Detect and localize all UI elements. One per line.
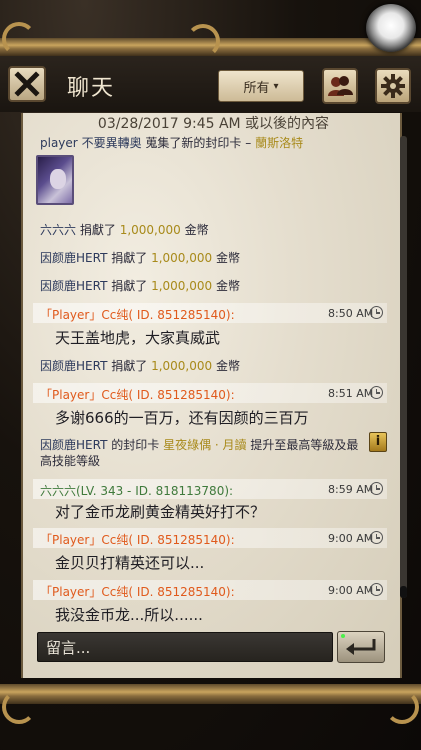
donation-amount: 1,000,000 [119,223,181,237]
ornament-curl [2,690,36,724]
ornament-curl [2,22,36,56]
card-name[interactable]: 蘭斯洛特 [255,136,303,150]
card-name[interactable]: 星夜綠偶 · 月讀 [163,438,246,452]
bottom-gold-border [0,684,421,704]
ornament-curl [385,690,419,724]
card-upgrade-message-continued: 高技能等級 [40,454,101,468]
player-title: 不要異轉奧 [81,136,142,150]
clock-icon [370,583,383,596]
status-dot [341,634,345,638]
chevron-down-icon: ▾ [273,80,279,92]
message-time: 8:50 AM [328,307,374,320]
message-time: 8:51 AM [328,387,374,400]
clock-icon [370,531,383,544]
card-upgrade-message: 因颜鹿HERT 的封印卡 星夜綠偶 · 月讀 提升至最高等級及最 [40,436,358,453]
donation-message: 因颜鹿HERT 捐獻了 1,000,000 金幣 [40,277,240,294]
home-orb-button[interactable] [366,4,416,52]
chat-scrollbar[interactable] [400,136,407,598]
clock-icon [370,482,383,495]
system-action: 捐獻了 [111,279,148,293]
chat-message-text: 多谢666的一百万，还有因颜的三百万 [55,409,309,427]
card-avatar[interactable] [36,155,74,205]
ornament-curl [186,24,220,58]
info-icon[interactable]: i [369,432,387,452]
clock-icon [370,306,383,319]
donation-message: 因颜鹿HERT 捐獻了 1,000,000 金幣 [40,249,240,266]
donation-amount: 1,000,000 [151,359,213,373]
chat-message-text: 金贝贝打精英还可以... [55,554,205,572]
scrollbar-thumb[interactable] [400,586,407,598]
player-name[interactable]: 因颜鹿HERT [40,438,107,452]
message-time: 9:00 AM [328,532,374,545]
gear-icon [381,74,405,98]
page-title: 聊天 [67,76,116,101]
channel-filter-dropdown[interactable]: 所有 ▾ [218,70,304,102]
message-time: 9:00 AM [328,584,374,597]
sender-name[interactable]: 「Player」Cc纯( ID. 851285140): [40,531,235,548]
player-name[interactable]: 因颜鹿HERT [40,359,107,373]
return-arrow-icon [346,639,376,655]
sender-name[interactable]: 「Player」Cc纯( ID. 851285140): [40,306,235,323]
donation-amount: 1,000,000 [151,279,213,293]
system-action: 捐獻了 [111,251,148,265]
system-action: 捐獻了 [111,359,148,373]
player-name[interactable]: 因颜鹿HERT [40,251,107,265]
sender-name[interactable]: 「Player」Cc纯( ID. 851285140): [40,583,235,600]
donation-message: 因颜鹿HERT 捐獻了 1,000,000 金幣 [40,357,240,374]
system-action: 蒐集了新的封印卡 – [145,136,252,150]
message-input[interactable]: 留言... [37,632,333,662]
player-name[interactable]: player [40,136,78,150]
donation-amount: 1,000,000 [151,251,213,265]
message-time: 8:59 AM [328,483,374,496]
sender-name[interactable]: 「Player」Cc纯( ID. 851285140): [40,386,235,403]
system-action-continued: 提升至最高等級及最 [250,438,359,452]
donation-message: 六六六 捐獻了 1,000,000 金幣 [40,221,209,238]
friends-button[interactable] [322,68,358,104]
chat-message-text: 天王盖地虎，大家真威武 [55,329,221,347]
currency-unit: 金幣 [215,359,240,373]
settings-button[interactable] [375,68,411,104]
currency-unit: 金幣 [215,251,240,265]
clock-icon [370,386,383,399]
chat-message-text: 对了金币龙刷黄金精英好打不？ [55,503,266,521]
system-action: 的封印卡 [111,438,160,452]
player-name[interactable]: 因颜鹿HERT [40,279,107,293]
currency-unit: 金幣 [184,223,209,237]
friends-icon [328,76,353,96]
close-button[interactable] [8,66,46,102]
currency-unit: 金幣 [215,279,240,293]
system-action: 捐獻了 [79,223,116,237]
filter-label: 所有 [243,80,270,96]
chat-log-panel[interactable]: 03/28/2017 9:45 AM 或以後的內容 player 不要異轉奧 蒐… [21,113,402,678]
close-icon [14,71,40,97]
sender-name[interactable]: 六六六(LV. 343 - ID. 818113780): [40,482,233,499]
chat-message-text: 我没金币龙...所以...... [55,606,203,624]
player-name[interactable]: 六六六 [40,223,76,237]
avatar-face [50,169,66,189]
system-message: player 不要異轉奧 蒐集了新的封印卡 – 蘭斯洛特 [40,134,303,151]
date-separator: 03/28/2017 9:45 AM 或以後的內容 [97,116,330,132]
